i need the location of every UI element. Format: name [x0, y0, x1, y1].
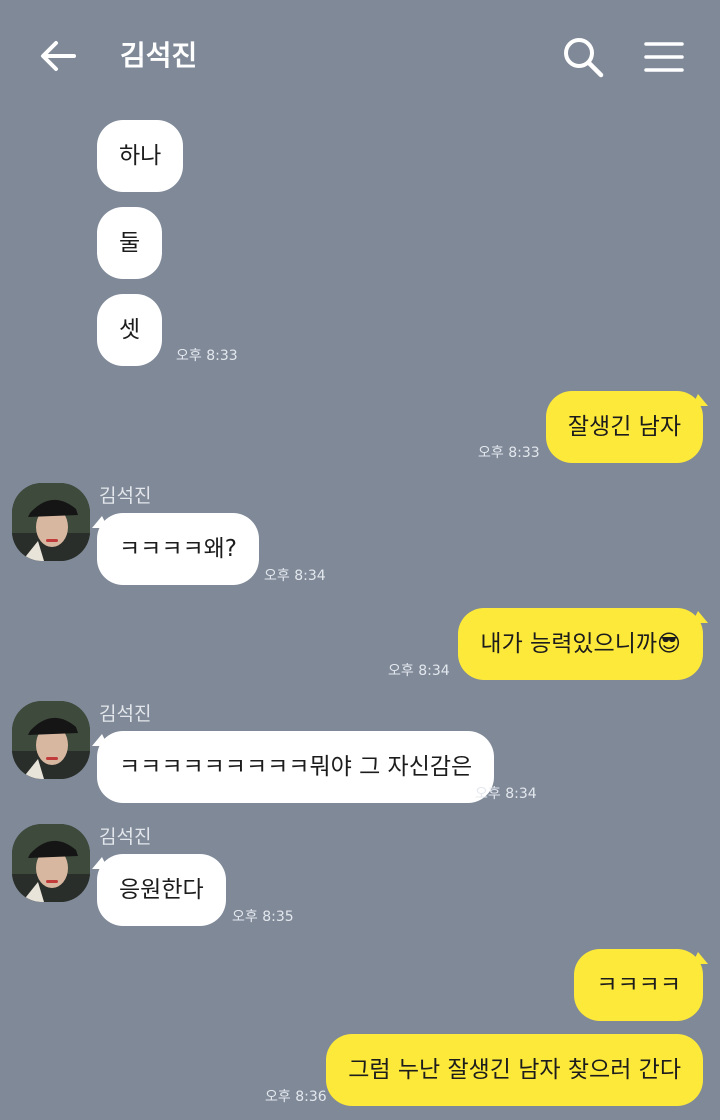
incoming-message-bubble[interactable]: 하나	[97, 120, 184, 192]
message-timestamp: 오후 8:35	[232, 909, 294, 925]
incoming-message-bubble[interactable]: ㅋㅋㅋㅋㅋㅋㅋㅋㅋ뭐야 그 자신감은	[97, 731, 495, 803]
bubble-tail	[692, 611, 708, 623]
sender-name: 김석진	[99, 703, 152, 725]
back-arrow-icon[interactable]	[38, 38, 78, 74]
incoming-message-bubble[interactable]: 둘	[97, 207, 163, 279]
bubble-tail	[692, 394, 708, 406]
chat-header: 김석진	[0, 0, 720, 110]
message-timestamp: 오후 8:36	[265, 1089, 327, 1105]
sender-name: 김석진	[99, 485, 152, 507]
message-timestamp: 오후 8:33	[478, 445, 540, 461]
outgoing-message-bubble[interactable]: 그럼 누난 잘생긴 남자 찾으러 간다	[326, 1034, 703, 1106]
incoming-message-bubble[interactable]: 셋	[97, 294, 163, 366]
avatar[interactable]	[12, 824, 90, 902]
outgoing-message-bubble[interactable]: ㅋㅋㅋㅋ	[574, 949, 703, 1021]
sender-name: 김석진	[99, 826, 152, 848]
menu-icon[interactable]	[644, 40, 684, 74]
incoming-message-bubble[interactable]: ㅋㅋㅋㅋ왜?	[97, 513, 260, 585]
outgoing-message-bubble[interactable]: 잘생긴 남자	[545, 391, 703, 463]
message-timestamp: 오후 8:33	[176, 348, 238, 364]
search-icon[interactable]	[562, 36, 604, 78]
message-timestamp: 오후 8:34	[475, 786, 537, 802]
message-timestamp: 오후 8:34	[388, 663, 450, 679]
avatar[interactable]	[12, 701, 90, 779]
outgoing-message-bubble[interactable]: 내가 능력있으니까😎	[458, 608, 703, 680]
profile-photo-icon	[12, 701, 90, 779]
avatar[interactable]	[12, 483, 90, 561]
message-timestamp: 오후 8:34	[264, 568, 326, 584]
incoming-message-bubble[interactable]: 응원한다	[97, 854, 226, 926]
profile-photo-icon	[12, 483, 90, 561]
bubble-tail	[692, 952, 708, 964]
chat-title: 김석진	[120, 39, 198, 72]
profile-photo-icon	[12, 824, 90, 902]
